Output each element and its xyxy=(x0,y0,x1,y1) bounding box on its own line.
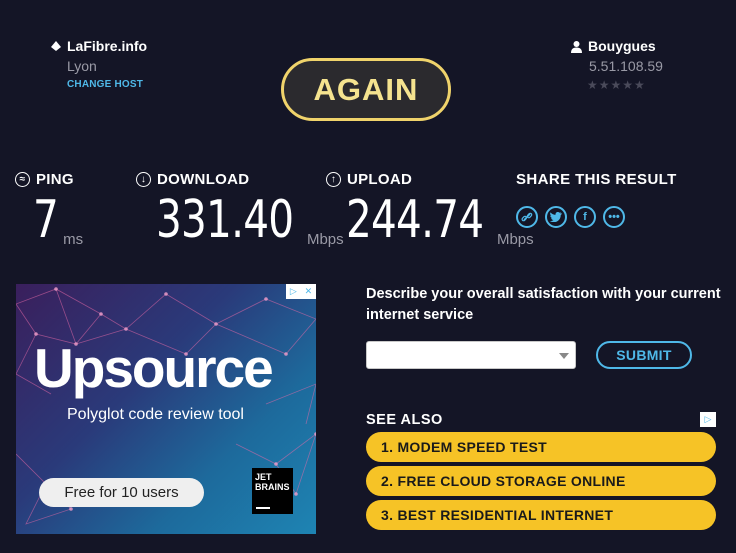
ad-choices-icon[interactable]: ▷ xyxy=(700,412,716,427)
ping-icon: ≈ xyxy=(15,172,30,187)
upload-label: ↑ UPLOAD xyxy=(326,171,412,188)
download-label: ↓ DOWNLOAD xyxy=(136,171,249,188)
satisfaction-question: Describe your overall satisfaction with … xyxy=(366,286,721,323)
share-icons: f ••• xyxy=(516,206,625,228)
isp-name: Bouygues xyxy=(588,38,656,54)
download-label-text: DOWNLOAD xyxy=(157,171,250,188)
twitter-icon[interactable] xyxy=(545,206,567,228)
ping-label-text: PING xyxy=(36,171,74,188)
ad-title: Upsource xyxy=(34,337,274,399)
jetbrains-logo-line1: JET xyxy=(255,472,272,482)
again-button[interactable]: AGAIN xyxy=(281,58,451,121)
ping-number: 7 xyxy=(33,190,59,250)
ping-unit: ms xyxy=(63,231,84,248)
ping-label: ≈ PING xyxy=(15,171,74,188)
chevron-down-icon xyxy=(559,353,569,359)
see-also-link[interactable]: 1. MODEM SPEED TEST xyxy=(366,432,716,462)
isp-info: Bouygues 5.51.108.59 ★★★★★ xyxy=(570,38,663,92)
host-city: Lyon xyxy=(67,58,97,74)
ad-subtitle: Polyglot code review tool xyxy=(67,406,244,423)
ad-cta-button[interactable]: Free for 10 users xyxy=(39,478,204,507)
host-info: LaFibre.info Lyon CHANGE HOST xyxy=(50,38,147,90)
facebook-icon[interactable]: f xyxy=(574,206,596,228)
isp-name-row: Bouygues xyxy=(570,38,663,54)
jetbrains-logo-line2: BRAINS xyxy=(255,482,290,492)
host-name-row: LaFibre.info xyxy=(50,38,147,54)
location-icon xyxy=(51,41,61,51)
upload-unit: Mbps xyxy=(496,231,534,248)
ad-choices-icon[interactable]: ▷ ✕ xyxy=(286,284,316,299)
advertisement[interactable]: ▷ ✕ Upsource Polyglot code review tool Fr… xyxy=(16,284,316,534)
link-icon[interactable] xyxy=(516,206,538,228)
change-host-link[interactable]: CHANGE HOST xyxy=(67,79,147,90)
jetbrains-logo-bar xyxy=(256,507,270,509)
see-also-link[interactable]: 2. FREE CLOUD STORAGE ONLINE xyxy=(366,466,716,496)
share-heading: SHARE THIS RESULT xyxy=(516,171,677,188)
download-unit: Mbps xyxy=(306,231,344,248)
isp-ip: 5.51.108.59 xyxy=(589,58,663,74)
upload-arrow-icon: ↑ xyxy=(326,172,341,187)
jetbrains-logo: JET BRAINS xyxy=(252,468,293,514)
more-icon[interactable]: ••• xyxy=(603,206,625,228)
upload-value: 244.74 Mbps xyxy=(346,190,534,250)
download-arrow-icon: ↓ xyxy=(136,172,151,187)
submit-button[interactable]: SUBMIT xyxy=(596,341,692,369)
upload-label-text: UPLOAD xyxy=(347,171,413,188)
ping-value: 7 ms xyxy=(33,190,83,250)
see-also-link[interactable]: 3. BEST RESIDENTIAL INTERNET xyxy=(366,500,716,530)
isp-rating-stars[interactable]: ★★★★★ xyxy=(587,78,663,92)
upload-number: 244.74 xyxy=(346,190,484,250)
user-icon xyxy=(571,40,582,53)
host-name: LaFibre.info xyxy=(67,38,148,54)
download-number: 331.40 xyxy=(156,190,294,250)
download-value: 331.40 Mbps xyxy=(156,190,344,250)
satisfaction-select[interactable] xyxy=(366,341,576,369)
see-also-heading: SEE ALSO xyxy=(366,412,443,428)
